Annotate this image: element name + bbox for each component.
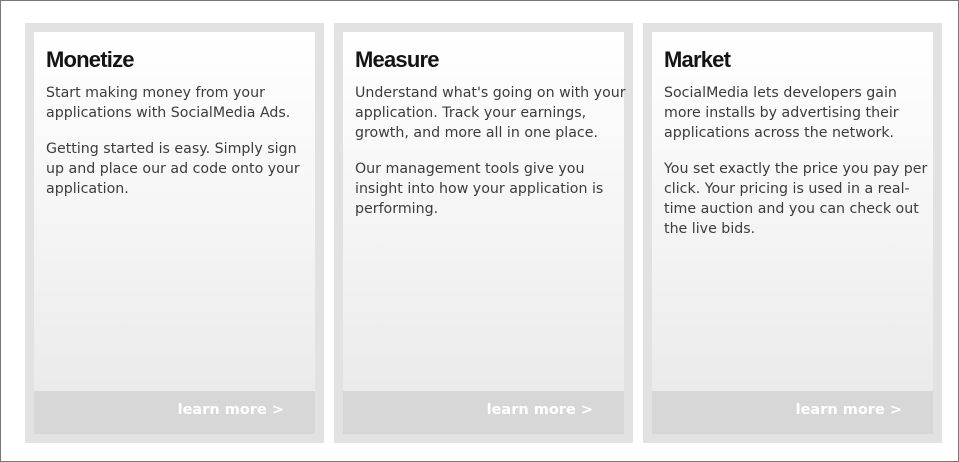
card-title: Monetize — [46, 47, 135, 72]
card-paragraph: Our management tools give you insight in… — [355, 161, 604, 217]
learn-more-link[interactable]: learn more > — [796, 402, 902, 418]
card-body: SocialMedia lets developers gain more in… — [664, 83, 936, 255]
card-monetize: Monetize Start making money from your ap… — [25, 23, 324, 443]
card-paragraph: Understand what's going on with your app… — [355, 85, 626, 141]
learn-more-link[interactable]: learn more > — [178, 402, 284, 418]
card-footer: learn more > — [652, 391, 933, 434]
page-frame: Monetize Start making money from your ap… — [0, 0, 959, 462]
card-paragraph: SocialMedia lets developers gain more in… — [664, 85, 899, 141]
card-measure: Measure Understand what's going on with … — [334, 23, 633, 443]
feature-cards: Monetize Start making money from your ap… — [25, 23, 942, 443]
card-paragraph: Getting started is easy. Simply sign up … — [46, 141, 300, 197]
learn-more-link[interactable]: learn more > — [487, 402, 593, 418]
card-footer: learn more > — [343, 391, 624, 434]
card-title: Measure — [355, 47, 439, 72]
card-market: Market SocialMedia lets developers gain … — [643, 23, 942, 443]
card-title: Market — [664, 47, 731, 72]
card-body: Start making money from your application… — [46, 83, 318, 215]
card-footer: learn more > — [34, 391, 315, 434]
card-body: Understand what's going on with your app… — [355, 83, 627, 235]
card-paragraph: You set exactly the price you pay per cl… — [664, 161, 928, 237]
card-paragraph: Start making money from your application… — [46, 85, 291, 121]
